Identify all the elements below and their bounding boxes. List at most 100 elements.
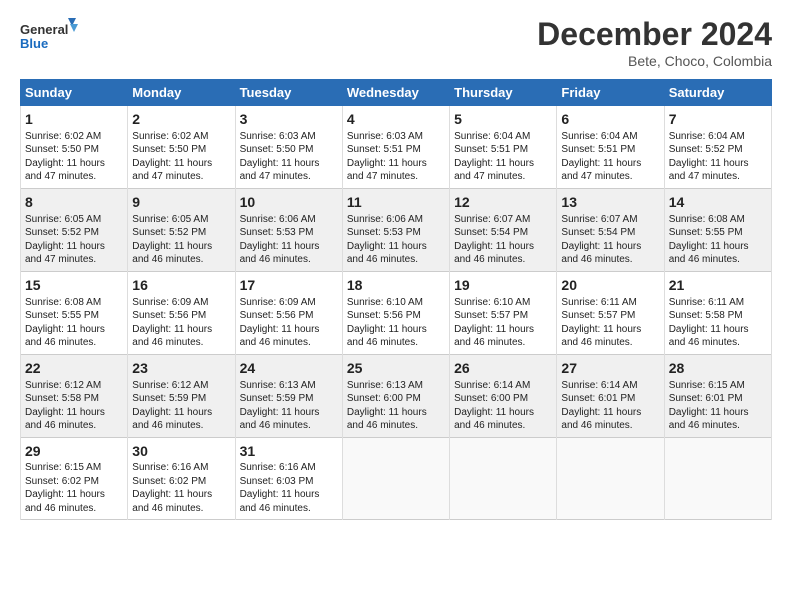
day-info: Sunset: 5:50 PM bbox=[132, 144, 206, 155]
calendar-cell: 4Sunrise: 6:03 AMSunset: 5:51 PMDaylight… bbox=[342, 106, 449, 189]
day-info: Daylight: 11 hours bbox=[132, 407, 212, 418]
day-number: 19 bbox=[454, 276, 552, 295]
calendar-cell: 15Sunrise: 6:08 AMSunset: 5:55 PMDayligh… bbox=[21, 271, 128, 354]
day-info: Sunrise: 6:07 AM bbox=[561, 214, 637, 225]
day-info: Sunset: 6:00 PM bbox=[454, 393, 528, 404]
day-info: Sunrise: 6:06 AM bbox=[240, 214, 316, 225]
day-info: Sunset: 5:54 PM bbox=[561, 227, 635, 238]
day-info: Daylight: 11 hours bbox=[132, 324, 212, 335]
day-info: Sunset: 5:59 PM bbox=[132, 393, 206, 404]
week-row-1: 1 Sunrise: 6:02 AM Sunset: 5:50 PM Daylight… bbox=[21, 106, 772, 189]
day-info: and 46 minutes. bbox=[240, 420, 311, 431]
day-info: Sunset: 5:57 PM bbox=[561, 310, 635, 321]
day-info: Daylight: 11 hours bbox=[454, 324, 534, 335]
day-info: and 46 minutes. bbox=[132, 420, 203, 431]
day-info: Daylight: 11 hours bbox=[240, 158, 320, 169]
weekday-header-row: Sunday Monday Tuesday Wednesday Thursday… bbox=[21, 80, 772, 106]
header-saturday: Saturday bbox=[664, 80, 771, 106]
day-info: and 46 minutes. bbox=[669, 420, 740, 431]
calendar-cell: 3Sunrise: 6:03 AMSunset: 5:50 PMDaylight… bbox=[235, 106, 342, 189]
calendar-cell: 11Sunrise: 6:06 AMSunset: 5:53 PMDayligh… bbox=[342, 188, 449, 271]
day-number: 21 bbox=[669, 276, 767, 295]
day-info: Sunrise: 6:15 AM bbox=[25, 462, 101, 473]
day-info: Daylight: 11 hours bbox=[347, 407, 427, 418]
day-info: Sunset: 5:58 PM bbox=[25, 393, 99, 404]
day-info: Sunset: 5:57 PM bbox=[454, 310, 528, 321]
day-info: Sunrise: 6:13 AM bbox=[347, 380, 423, 391]
day-info: Sunrise: 6:07 AM bbox=[454, 214, 530, 225]
day-info: Sunrise: 6:06 AM bbox=[347, 214, 423, 225]
logo: General Blue bbox=[20, 16, 80, 56]
day-info: Sunset: 5:50 PM bbox=[240, 144, 314, 155]
day-info: and 46 minutes. bbox=[25, 420, 96, 431]
calendar-cell: 12 Sunrise: 6:07 AM Sunset: 5:54 PM Dayligh… bbox=[450, 188, 557, 271]
day-info: and 47 minutes. bbox=[240, 171, 311, 182]
day-number: 5 bbox=[454, 110, 552, 129]
calendar-cell bbox=[557, 437, 664, 520]
calendar-cell: 8Sunrise: 6:05 AMSunset: 5:52 PMDaylight… bbox=[21, 188, 128, 271]
day-number: 1 bbox=[25, 110, 123, 129]
day-info: and 46 minutes. bbox=[454, 254, 525, 265]
day-info: and 46 minutes. bbox=[561, 254, 632, 265]
day-number: 14 bbox=[669, 193, 767, 212]
day-info: Sunrise: 6:09 AM bbox=[132, 297, 208, 308]
day-info: Daylight: 11 hours bbox=[240, 407, 320, 418]
calendar-cell bbox=[664, 437, 771, 520]
day-info: and 46 minutes. bbox=[347, 420, 418, 431]
day-number: 12 bbox=[454, 193, 552, 212]
day-info: Sunset: 5:50 PM bbox=[25, 144, 99, 155]
calendar-cell: 6Sunrise: 6:04 AMSunset: 5:51 PMDaylight… bbox=[557, 106, 664, 189]
header-thursday: Thursday bbox=[450, 80, 557, 106]
day-info: Daylight: 11 hours bbox=[669, 407, 749, 418]
day-info: Daylight: 11 hours bbox=[561, 241, 641, 252]
day-info: and 46 minutes. bbox=[347, 337, 418, 348]
calendar-cell: 28Sunrise: 6:15 AMSunset: 6:01 PMDayligh… bbox=[664, 354, 771, 437]
day-info: Sunrise: 6:10 AM bbox=[347, 297, 423, 308]
calendar-cell: 17Sunrise: 6:09 AMSunset: 5:56 PMDayligh… bbox=[235, 271, 342, 354]
day-info: Daylight: 11 hours bbox=[454, 241, 534, 252]
calendar-cell: 24Sunrise: 6:13 AMSunset: 5:59 PMDayligh… bbox=[235, 354, 342, 437]
header-wednesday: Wednesday bbox=[342, 80, 449, 106]
day-number: 16 bbox=[132, 276, 230, 295]
day-info: Sunrise: 6:02 AM bbox=[132, 131, 208, 142]
header-sunday: Sunday bbox=[21, 80, 128, 106]
day-info: Daylight: 11 hours bbox=[561, 158, 641, 169]
day-number: 7 bbox=[669, 110, 767, 129]
day-info: and 47 minutes. bbox=[25, 171, 96, 182]
day-info: Sunset: 5:54 PM bbox=[454, 227, 528, 238]
day-info: Sunrise: 6:09 AM bbox=[240, 297, 316, 308]
day-info: Sunset: 5:55 PM bbox=[669, 227, 743, 238]
day-info: Sunset: 5:56 PM bbox=[132, 310, 206, 321]
header-tuesday: Tuesday bbox=[235, 80, 342, 106]
calendar-cell: 5Sunrise: 6:04 AMSunset: 5:51 PMDaylight… bbox=[450, 106, 557, 189]
day-info: and 46 minutes. bbox=[132, 254, 203, 265]
day-info: Sunrise: 6:14 AM bbox=[454, 380, 530, 391]
day-info: Sunrise: 6:05 AM bbox=[132, 214, 208, 225]
day-number: 4 bbox=[347, 110, 445, 129]
day-info: Daylight: 11 hours bbox=[25, 158, 105, 169]
day-info: Sunset: 5:59 PM bbox=[240, 393, 314, 404]
day-number: 26 bbox=[454, 359, 552, 378]
day-info: Sunrise: 6:12 AM bbox=[132, 380, 208, 391]
day-info: and 46 minutes. bbox=[132, 503, 203, 514]
day-info: Sunrise: 6:08 AM bbox=[669, 214, 745, 225]
svg-text:Blue: Blue bbox=[20, 36, 48, 51]
day-number: 27 bbox=[561, 359, 659, 378]
calendar-cell: 30Sunrise: 6:16 AMSunset: 6:02 PMDayligh… bbox=[128, 437, 235, 520]
day-info: and 46 minutes. bbox=[25, 337, 96, 348]
day-info: and 47 minutes. bbox=[561, 171, 632, 182]
day-number: 22 bbox=[25, 359, 123, 378]
day-info: Sunrise: 6:08 AM bbox=[25, 297, 101, 308]
calendar-cell: 29Sunrise: 6:15 AMSunset: 6:02 PMDayligh… bbox=[21, 437, 128, 520]
day-number: 11 bbox=[347, 193, 445, 212]
calendar-cell: 18Sunrise: 6:10 AMSunset: 5:56 PMDayligh… bbox=[342, 271, 449, 354]
day-info: Daylight: 11 hours bbox=[240, 324, 320, 335]
day-info: Sunrise: 6:11 AM bbox=[561, 297, 636, 308]
calendar-cell bbox=[450, 437, 557, 520]
day-info: Sunset: 5:52 PM bbox=[132, 227, 206, 238]
day-info: and 46 minutes. bbox=[132, 337, 203, 348]
day-info: Sunrise: 6:03 AM bbox=[347, 131, 423, 142]
page-header: General Blue December 2024 Bete, Choco, … bbox=[20, 16, 772, 69]
week-row-3: 15Sunrise: 6:08 AMSunset: 5:55 PMDayligh… bbox=[21, 271, 772, 354]
day-info: Daylight: 11 hours bbox=[669, 324, 749, 335]
